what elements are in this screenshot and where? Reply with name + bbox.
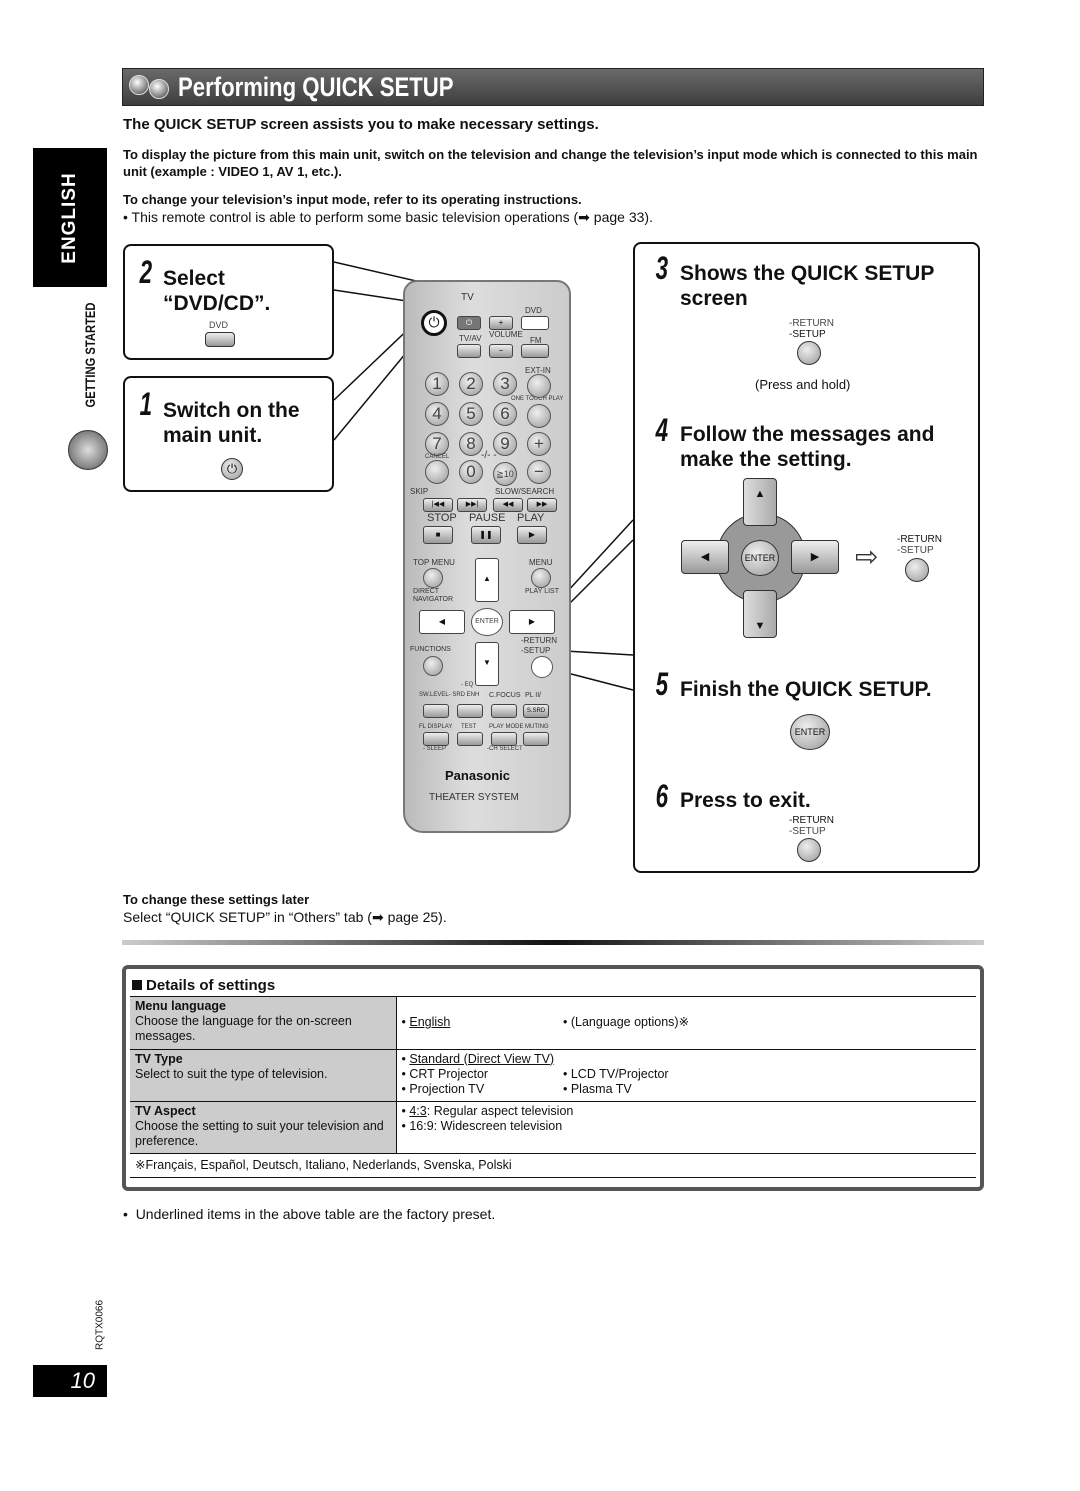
- divider: [122, 940, 984, 945]
- step-4-title: Follow the messages and make the setting…: [680, 423, 935, 471]
- power-icon[interactable]: ⏻: [221, 458, 243, 480]
- number-3-button[interactable]: 3: [493, 372, 517, 396]
- return-setup-button-step4: [905, 558, 929, 582]
- return-setup-button-step6: [797, 838, 821, 862]
- step-2-box: 2 Select “DVD/CD”. DVD: [123, 244, 334, 360]
- one-touch-play-button[interactable]: [527, 404, 551, 428]
- play-mode-button[interactable]: [491, 732, 517, 746]
- details-title: Details of settings: [146, 977, 276, 994]
- number-0-button[interactable]: 0: [459, 460, 483, 484]
- tv-volume-up-button[interactable]: +: [489, 316, 513, 330]
- number-7-button[interactable]: 7: [425, 432, 449, 456]
- skip-forward-button[interactable]: ▶▶|: [457, 498, 487, 512]
- doc-code: RQTX0066: [94, 1299, 106, 1351]
- factory-preset-note: Underlined items in the above table are …: [135, 1206, 496, 1222]
- c-focus-button[interactable]: [491, 704, 517, 718]
- play-button[interactable]: ▶: [517, 526, 547, 544]
- number-9-button[interactable]: 9: [493, 432, 517, 456]
- number-2-button[interactable]: 2: [459, 372, 483, 396]
- step-1-box: 1 Switch on the main unit. ⏻: [123, 376, 334, 492]
- functions-button[interactable]: [423, 656, 443, 676]
- step-3-title: Shows the QUICK SETUP screen: [680, 262, 934, 310]
- left-arrow-button[interactable]: ◀: [419, 610, 465, 634]
- step-2-title: Select “DVD/CD”.: [163, 267, 271, 315]
- volume-down-button[interactable]: −: [527, 460, 551, 484]
- stop-button[interactable]: ■: [423, 526, 453, 544]
- srd-enh-button[interactable]: [457, 704, 483, 718]
- sw-level-button[interactable]: [423, 704, 449, 718]
- number-5-button[interactable]: 5: [459, 402, 483, 426]
- enter-button-step5: ENTER: [790, 714, 830, 750]
- ext-in-button[interactable]: [527, 374, 551, 398]
- later-text: Select “QUICK SETUP” in “Others” tab (➡ …: [123, 909, 447, 925]
- page-number: 10: [33, 1365, 107, 1397]
- number-8-button[interactable]: 8: [459, 432, 483, 456]
- step-1-title: Switch on the main unit.: [163, 399, 300, 447]
- test-button[interactable]: [457, 732, 483, 746]
- ten-plus-button[interactable]: ≧10: [493, 462, 517, 486]
- details-box: Details of settings Menu language Choose …: [122, 965, 984, 1191]
- pl2-button[interactable]: S.SRD: [523, 704, 549, 718]
- footnote: ※Français, Español, Deutsch, Italiano, N…: [135, 1157, 512, 1172]
- pause-button[interactable]: ❚❚: [471, 526, 501, 544]
- settings-table: Menu language Choose the language for the…: [130, 997, 976, 1178]
- number-4-button[interactable]: 4: [425, 402, 449, 426]
- rewind-button[interactable]: ◀◀: [493, 498, 523, 512]
- top-menu-button[interactable]: [423, 568, 443, 588]
- step-5-title: Finish the QUICK SETUP.: [680, 678, 932, 701]
- enter-button[interactable]: ENTER: [471, 608, 503, 636]
- right-arrow-button[interactable]: ▶: [509, 610, 555, 634]
- dvd-button[interactable]: [205, 332, 235, 347]
- power-button[interactable]: ⏻: [421, 310, 447, 336]
- number-1-button[interactable]: 1: [425, 372, 449, 396]
- up-arrow-button[interactable]: ▲: [475, 558, 499, 602]
- return-setup-button-step3: [797, 341, 821, 365]
- fl-display-button[interactable]: [423, 732, 449, 746]
- steps-3-6-box: 3 Shows the QUICK SETUP screen -RETURN -S…: [633, 242, 980, 873]
- number-6-button[interactable]: 6: [493, 402, 517, 426]
- down-arrow-button[interactable]: ▼: [475, 642, 499, 686]
- tv-av-button[interactable]: [457, 344, 481, 358]
- dvd-remote-button[interactable]: [521, 316, 549, 330]
- menu-button[interactable]: [531, 568, 551, 588]
- cancel-button[interactable]: [425, 460, 449, 484]
- later-title: To change these settings later: [123, 892, 310, 907]
- volume-up-button[interactable]: +: [527, 432, 551, 456]
- arrow-right-icon: ⇨: [855, 541, 879, 572]
- fm-button[interactable]: [521, 344, 549, 358]
- skip-back-button[interactable]: |◀◀: [423, 498, 453, 512]
- return-setup-button[interactable]: [531, 656, 553, 678]
- step-6-title: Press to exit.: [680, 789, 811, 812]
- press-hold-note: (Press and hold): [755, 377, 851, 392]
- tv-power-button[interactable]: ⏻: [457, 316, 481, 330]
- tv-volume-down-button[interactable]: −: [489, 344, 513, 358]
- fast-forward-button[interactable]: ▶▶: [527, 498, 557, 512]
- cursor-pad: ▲ ▼ ◀ ▶ ENTER: [681, 478, 841, 638]
- brand-logo: Panasonic: [445, 768, 511, 783]
- remote-control: ⏻ TV ⏻ + DVD TV/AV VOLUME FM − EXT-IN ON…: [403, 280, 571, 833]
- muting-button[interactable]: [523, 732, 549, 746]
